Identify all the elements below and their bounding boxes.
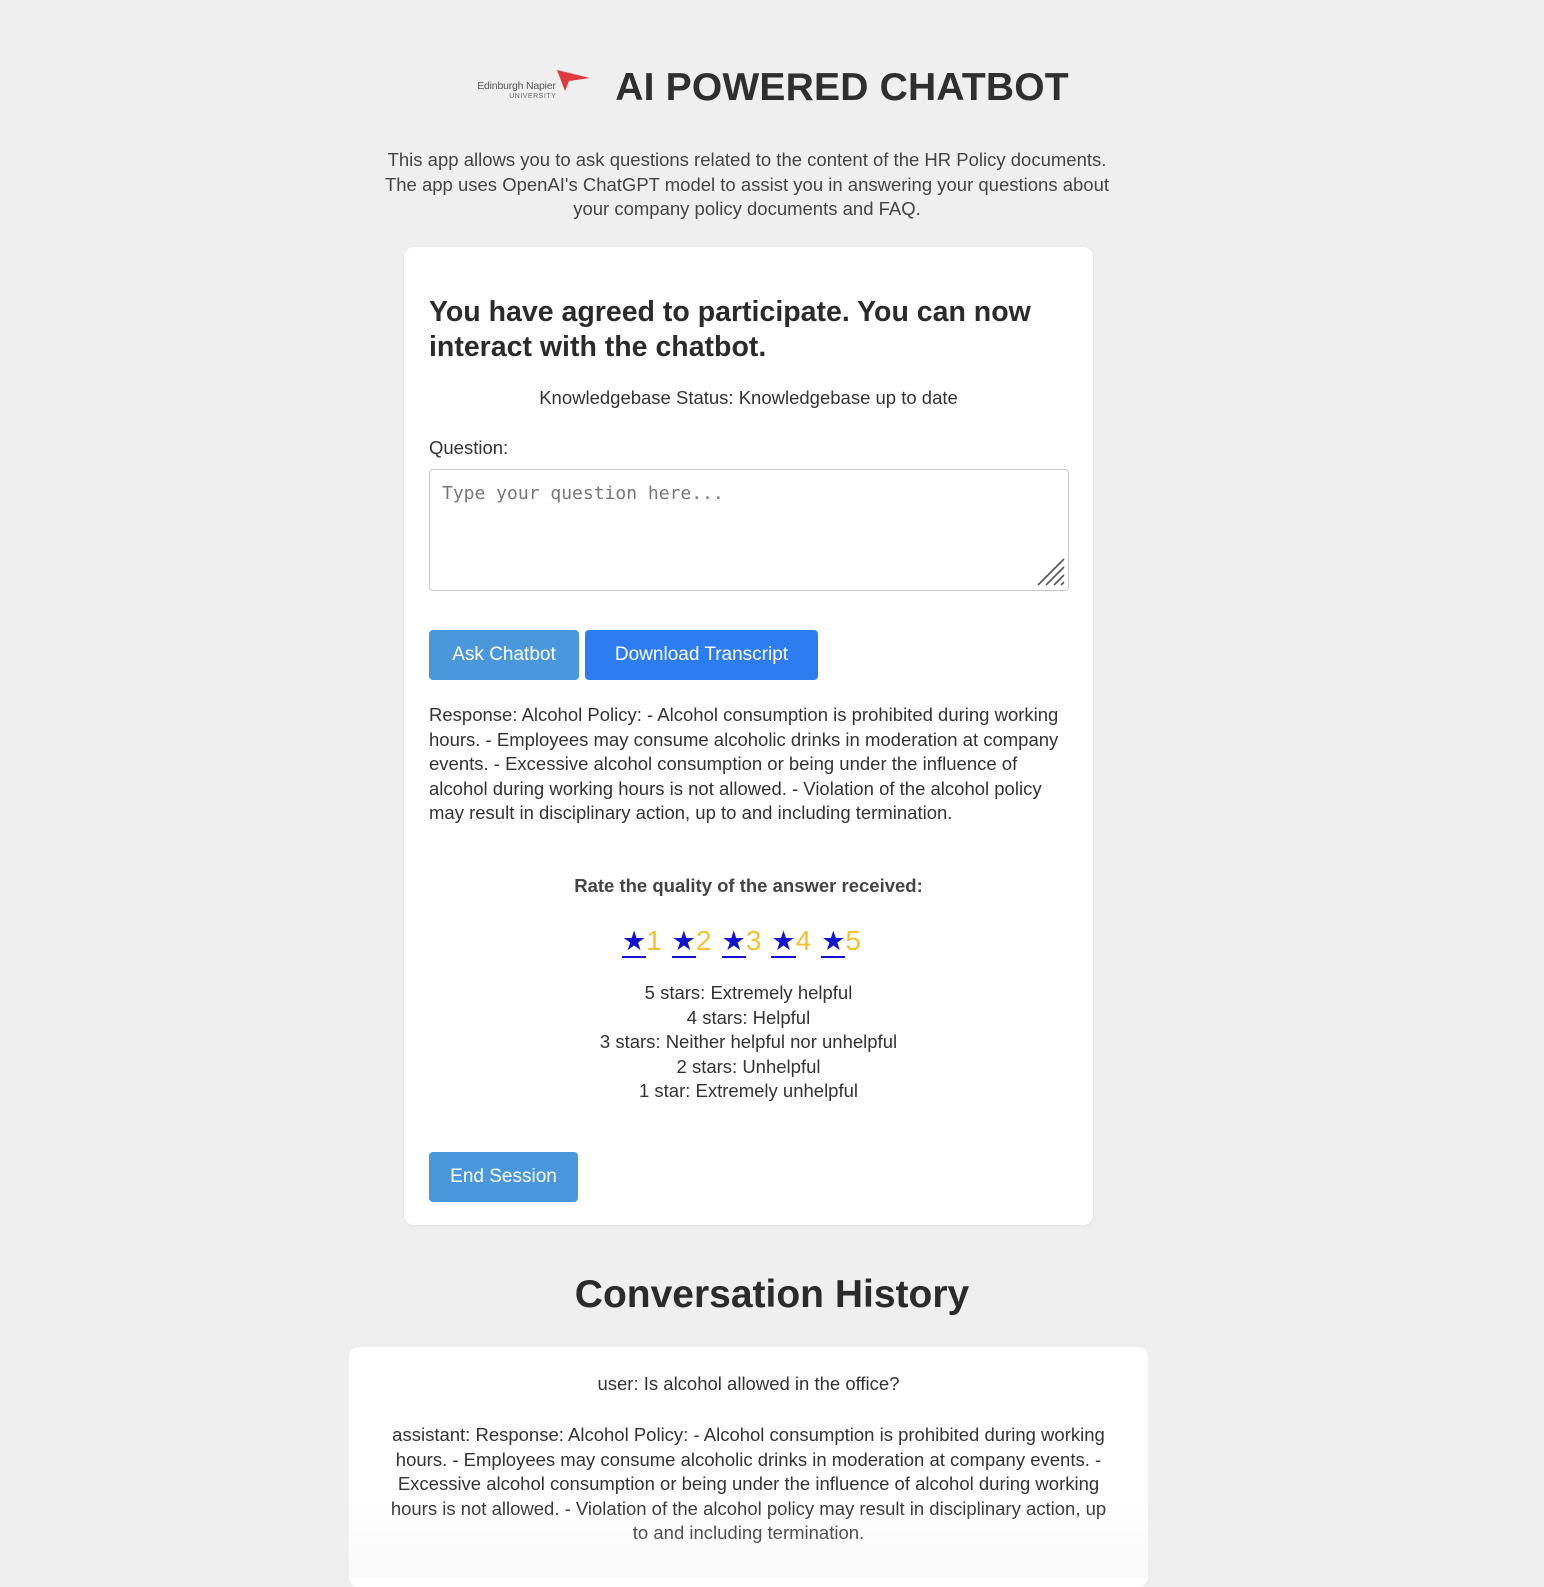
- star-number: 3: [745, 925, 762, 956]
- scale-item: 2 stars: Unhelpful: [676, 1055, 821, 1077]
- rating-star-5[interactable]: ★ 5: [821, 927, 861, 963]
- question-input[interactable]: [429, 469, 1069, 591]
- resize-handle-icon[interactable]: [1036, 557, 1066, 587]
- history-user-message: user: Is alcohol allowed in the office?: [597, 1373, 900, 1394]
- app-title: AI POWERED CHATBOT: [615, 66, 1069, 109]
- chat-card: You have agreed to participate. You can …: [404, 247, 1093, 1225]
- app-header: Edinburgh Napier UNIVERSITY AI POWERED C…: [0, 58, 1544, 118]
- rate-label: Rate the quality of the answer received:: [574, 875, 923, 896]
- scale-item: 1 star: Extremely unhelpful: [638, 1080, 859, 1101]
- question-label: Question:: [429, 437, 509, 458]
- rating-star-3[interactable]: ★ 3: [721, 925, 762, 963]
- red-flag-logo-icon: [557, 70, 591, 91]
- rating-star-1[interactable]: ★ 1: [622, 927, 662, 963]
- scale-item: 4 stars: Helpful: [686, 1006, 811, 1028]
- end-session-button[interactable]: End Session: [429, 1152, 578, 1202]
- chatbot-response: Response: Alcohol Policy: - Alcohol cons…: [429, 704, 1059, 823]
- star-rating: ★ 1 ★ 2 ★ 3 ★ 4 ★ 5: [622, 927, 882, 963]
- star-number: 5: [845, 925, 861, 956]
- scale-item: 5 stars: Extremely helpful: [644, 982, 853, 1003]
- logo-text-line1: Edinburgh Napier: [477, 80, 556, 92]
- star-number: 2: [696, 925, 712, 956]
- star-number: 4: [795, 925, 812, 956]
- intro-text: This app allows you to ask questions rel…: [384, 149, 1110, 219]
- star-icon: ★: [771, 926, 796, 958]
- star-icon: ★: [622, 926, 647, 958]
- conversation-history-panel: user: Is alcohol allowed in the office? …: [349, 1347, 1148, 1587]
- star-icon: ★: [721, 926, 746, 958]
- scale-item: 3 stars: Neither helpful nor unhelpful: [599, 1031, 898, 1052]
- knowledgebase-status: Knowledgebase Status: Knowledgebase up t…: [539, 387, 958, 408]
- star-icon: ★: [821, 926, 846, 958]
- rating-star-2[interactable]: ★ 2: [671, 925, 712, 963]
- download-transcript-button[interactable]: Download Transcript: [585, 630, 818, 680]
- ask-chatbot-button[interactable]: Ask Chatbot: [429, 630, 579, 680]
- conversation-history-title: Conversation History: [574, 1273, 970, 1316]
- star-icon: ★: [671, 926, 697, 958]
- rating-star-4[interactable]: ★ 4: [771, 927, 811, 963]
- star-number: 1: [646, 925, 662, 956]
- rating-scale-legend: 5 stars: Extremely helpful 4 stars: Help…: [404, 981, 1093, 1104]
- history-assistant-message: assistant: Response: Alcohol Policy: - A…: [390, 1424, 1107, 1543]
- participation-title: You have agreed to participate. You can …: [429, 296, 1031, 363]
- logo-text-line2: UNIVERSITY: [509, 93, 557, 100]
- university-logo: Edinburgh Napier UNIVERSITY: [475, 68, 593, 108]
